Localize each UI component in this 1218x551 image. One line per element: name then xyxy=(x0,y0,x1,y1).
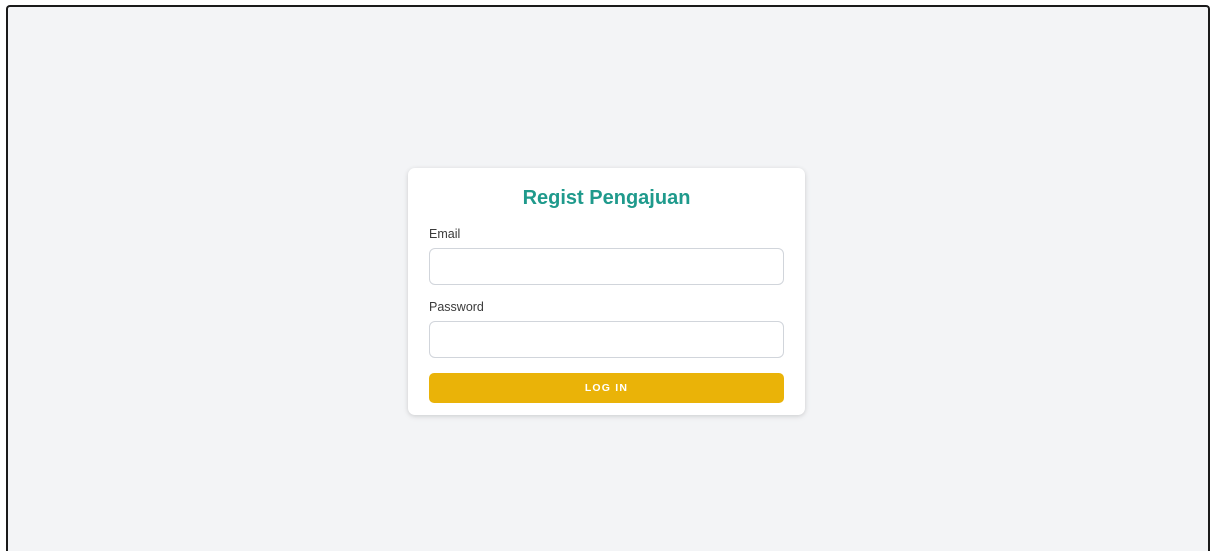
email-field[interactable] xyxy=(429,248,784,285)
login-button[interactable]: LOG IN xyxy=(429,373,784,403)
password-label: Password xyxy=(429,300,484,314)
form-title: Regist Pengajuan xyxy=(522,187,691,209)
login-card: Regist Pengajuan Email Password LOG IN xyxy=(408,168,805,415)
password-field[interactable] xyxy=(429,321,784,358)
browser-viewport: Regist Pengajuan Email Password LOG IN xyxy=(6,5,1210,551)
email-label: Email xyxy=(429,227,461,241)
